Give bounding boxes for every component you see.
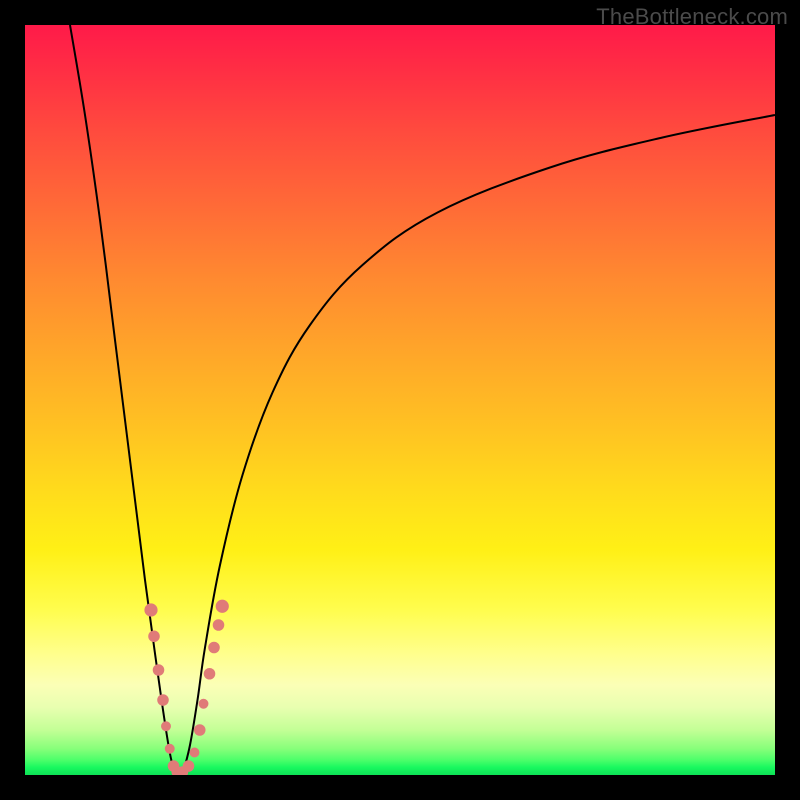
data-point: [190, 748, 200, 758]
plot-area: [25, 25, 775, 775]
data-point: [161, 721, 171, 731]
data-point: [157, 694, 169, 706]
chart-svg: [25, 25, 775, 775]
data-point: [153, 664, 165, 676]
data-point: [144, 603, 157, 616]
data-point: [183, 760, 195, 772]
marker-group: [144, 600, 228, 775]
watermark-text: TheBottleneck.com: [596, 4, 788, 30]
curve-left: [70, 25, 175, 775]
data-point: [194, 724, 206, 736]
data-point: [148, 630, 160, 642]
data-point: [216, 600, 229, 613]
data-point: [204, 668, 216, 680]
curve-right: [183, 115, 776, 775]
data-point: [208, 642, 220, 654]
data-point: [199, 699, 209, 709]
data-point: [165, 744, 175, 754]
chart-frame: TheBottleneck.com: [0, 0, 800, 800]
data-point: [213, 619, 225, 631]
